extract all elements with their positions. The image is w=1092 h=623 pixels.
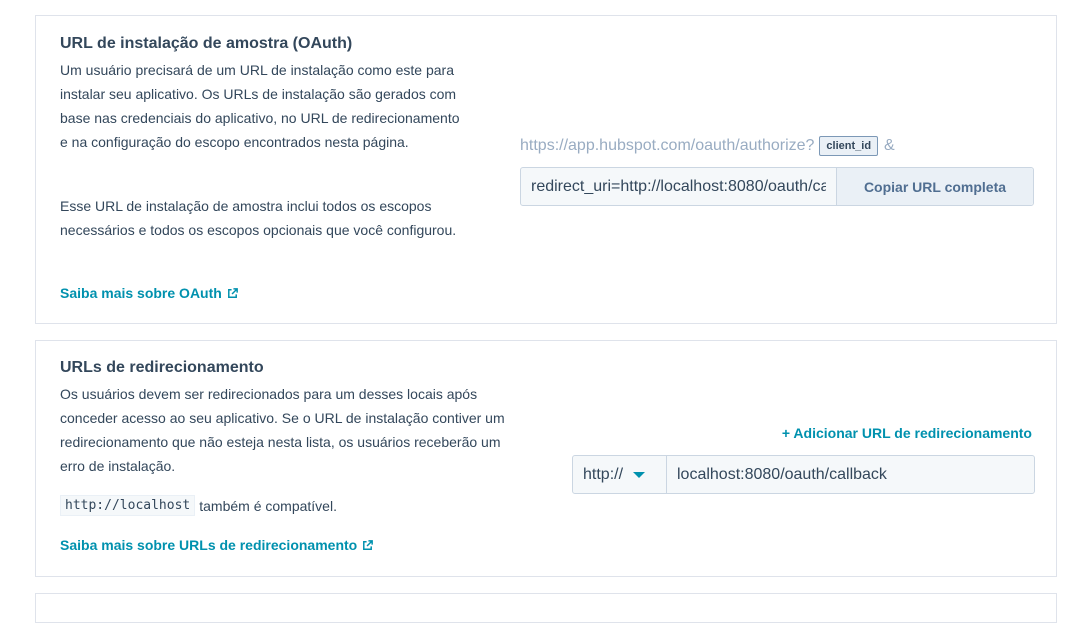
section-description-scopes: Esse URL de instalação de amostra inclui… [60, 198, 457, 238]
section-title: URL de instalação de amostra (OAuth) [60, 35, 353, 52]
learn-more-oauth-label: Saiba mais sobre OAuth [60, 285, 222, 301]
localhost-code: http://localhost [60, 495, 196, 516]
learn-more-redirect-link[interactable]: Saiba mais sobre URLs de redirecionament… [60, 537, 374, 553]
section-description: Os usuários devem ser redirecionados par… [60, 386, 505, 474]
section-title: URLs de redirecionamento [60, 359, 264, 376]
redirect-url-row: http:// [572, 455, 1035, 494]
ampersand: & [884, 137, 895, 154]
redirect-urls-card: URLs de redirecionamento Os usuários dev… [35, 340, 1057, 577]
install-url-input[interactable] [521, 168, 837, 205]
next-section-card [35, 593, 1057, 623]
learn-more-redirect-label: Saiba mais sobre URLs de redirecionament… [60, 537, 358, 553]
install-url-base: https://app.hubspot.com/oauth/authorize? [520, 137, 815, 154]
copy-full-url-button[interactable]: Copiar URL completa [837, 168, 1033, 205]
protocol-dropdown[interactable]: http:// [573, 456, 667, 493]
oauth-install-url-card: URL de instalação de amostra (OAuth) Um … [35, 15, 1057, 324]
install-url-copy-group: Copiar URL completa [520, 167, 1034, 206]
external-link-icon [363, 539, 374, 550]
redirect-url-input[interactable] [667, 456, 1034, 493]
caret-down-icon [633, 471, 646, 478]
protocol-value: http:// [583, 465, 624, 483]
localhost-compat-note: http://localhost também é compatível. [60, 495, 337, 516]
learn-more-oauth-link[interactable]: Saiba mais sobre OAuth [60, 285, 239, 301]
localhost-compat-text: também é compatível. [199, 497, 337, 514]
section-description: Um usuário precisará de um URL de instal… [60, 62, 460, 150]
client-id-badge: client_id [819, 136, 879, 156]
install-url-preview: https://app.hubspot.com/oauth/authorize?… [520, 136, 895, 156]
external-link-icon [227, 287, 238, 298]
add-redirect-url-link[interactable]: + Adicionar URL de redirecionamento [782, 425, 1032, 441]
